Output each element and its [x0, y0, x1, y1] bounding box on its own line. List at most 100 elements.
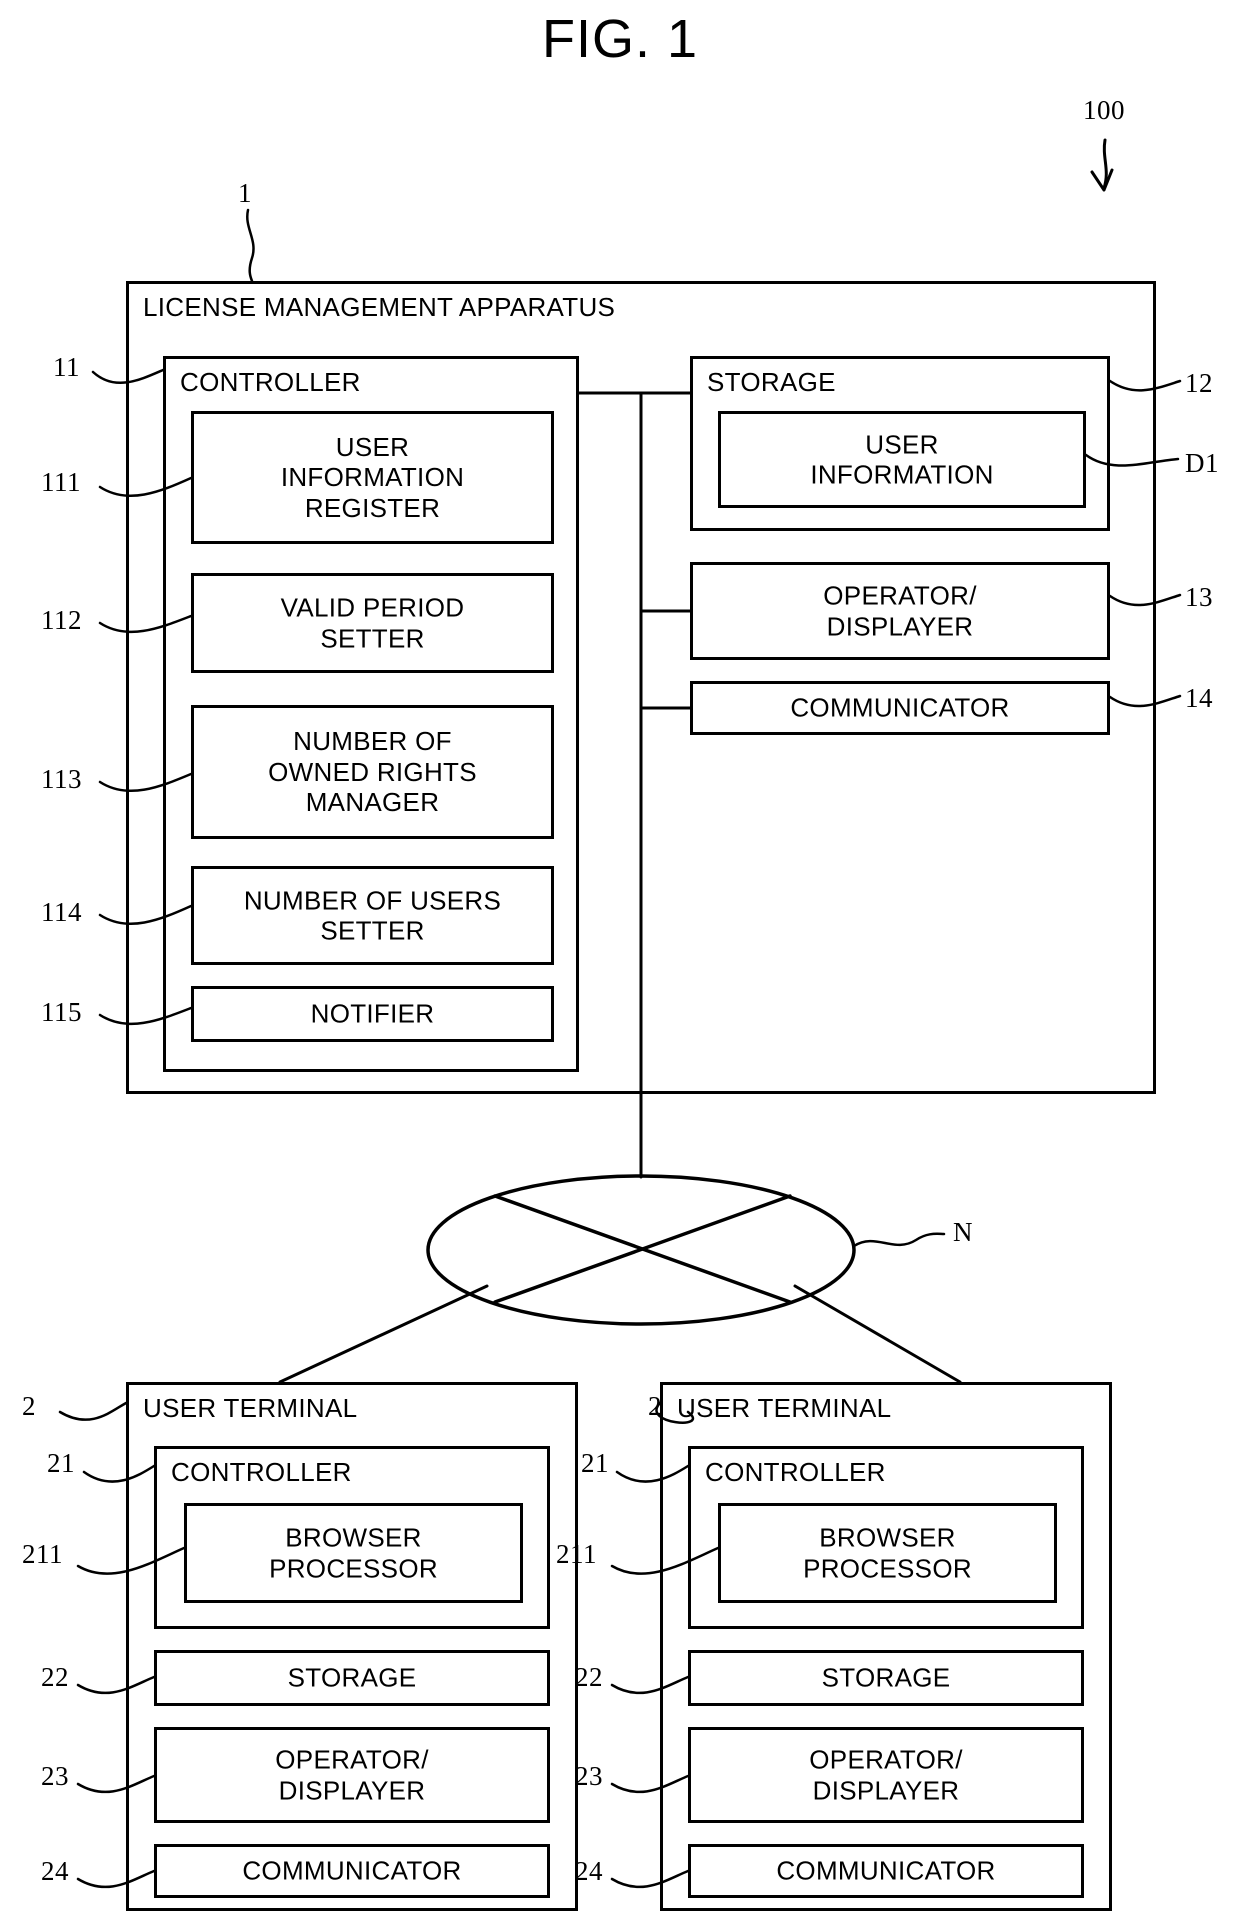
user-information-data-text: USER INFORMATION — [721, 429, 1083, 490]
box-line: BROWSER — [285, 1522, 422, 1553]
ref-user-terminal-left-2: 2 — [22, 1391, 36, 1421]
box-line: PROCESSOR — [803, 1553, 972, 1583]
ref-module-115: 115 — [41, 997, 82, 1027]
valid-period-setter-text: VALID PERIOD SETTER — [194, 592, 551, 653]
ref-communicator-14: 14 — [1185, 683, 1213, 713]
valid-period-setter-box: VALID PERIOD SETTER — [191, 573, 554, 673]
user-terminal-left-communicator-text: COMMUNICATOR — [157, 1856, 547, 1887]
leader-ref-n — [852, 1232, 946, 1248]
module-line: NOTIFIER — [310, 998, 435, 1029]
box-line: DISPLAYER — [278, 1775, 426, 1805]
user-terminal-right-browser-processor-box: BROWSER PROCESSOR — [718, 1503, 1057, 1603]
box-line: COMMUNICATOR — [776, 1855, 996, 1886]
box-line: DISPLAYER — [812, 1775, 960, 1805]
ref-100-leader — [1102, 138, 1108, 190]
ref-user-information-d1: D1 — [1185, 448, 1219, 478]
module-line: MANAGER — [305, 787, 440, 818]
module-line: REGISTER — [304, 492, 441, 523]
operator-displayer-box: OPERATOR/ DISPLAYER — [690, 562, 1110, 660]
notifier-box: NOTIFIER — [191, 986, 554, 1042]
ref-apparatus-1: 1 — [238, 178, 252, 208]
module-line: SETTER — [320, 915, 425, 946]
communicator-box: COMMUNICATOR — [690, 681, 1110, 735]
user-terminal-left-operator-displayer-text: OPERATOR/ DISPLAYER — [157, 1744, 547, 1805]
user-terminal-left-controller-label: CONTROLLER — [171, 1457, 352, 1487]
ref-module-112: 112 — [41, 605, 82, 635]
communicator-text: COMMUNICATOR — [693, 693, 1107, 724]
user-information-data-box: USER INFORMATION — [718, 411, 1086, 508]
module-line: USER — [335, 431, 410, 462]
box-line: BROWSER — [819, 1522, 956, 1553]
user-terminal-right-communicator-box: COMMUNICATOR — [688, 1844, 1084, 1898]
network-ellipse — [426, 1174, 856, 1326]
link-network-to-right-terminal — [793, 1284, 962, 1384]
box-line: STORAGE — [821, 1662, 951, 1693]
user-terminal-left-storage-box: STORAGE — [154, 1650, 550, 1706]
operator-displayer-text: OPERATOR/ DISPLAYER — [693, 580, 1107, 641]
number-of-users-setter-text: NUMBER OF USERS SETTER — [194, 885, 551, 946]
number-of-owned-rights-manager-text: NUMBER OF OWNED RIGHTS MANAGER — [194, 726, 551, 818]
box-line: DISPLAYER — [826, 611, 974, 641]
ref-operator-displayer-13: 13 — [1185, 582, 1213, 612]
user-information-register-text: USER INFORMATION REGISTER — [194, 431, 551, 523]
data-line: USER — [865, 428, 939, 459]
ref-module-113: 113 — [41, 764, 82, 794]
ref-user-terminal-left-211: 211 — [22, 1539, 63, 1569]
ref-user-terminal-left-22: 22 — [41, 1662, 69, 1692]
user-terminal-right-label: USER TERMINAL — [677, 1393, 892, 1423]
number-of-users-setter-box: NUMBER OF USERS SETTER — [191, 866, 554, 965]
user-terminal-left-browser-processor-box: BROWSER PROCESSOR — [184, 1503, 523, 1603]
box-line: PROCESSOR — [269, 1553, 438, 1583]
ref-module-111: 111 — [41, 467, 81, 497]
ref-user-terminal-left-24: 24 — [41, 1856, 69, 1886]
user-terminal-right-operator-displayer-box: OPERATOR/ DISPLAYER — [688, 1727, 1084, 1823]
user-information-register-box: USER INFORMATION REGISTER — [191, 411, 554, 544]
figure-title: FIG. 1 — [541, 9, 699, 69]
user-terminal-left-browser-processor-text: BROWSER PROCESSOR — [187, 1522, 520, 1583]
link-network-to-left-terminal — [278, 1284, 489, 1384]
user-terminal-right-browser-processor-text: BROWSER PROCESSOR — [721, 1522, 1054, 1583]
module-line: OWNED RIGHTS — [268, 756, 477, 787]
box-line: STORAGE — [287, 1662, 417, 1693]
ref-user-terminal-left-21: 21 — [47, 1448, 75, 1478]
module-line: NUMBER OF — [293, 725, 452, 756]
user-terminal-right-communicator-text: COMMUNICATOR — [691, 1856, 1081, 1887]
user-terminal-left-communicator-box: COMMUNICATOR — [154, 1844, 550, 1898]
ref-storage-12: 12 — [1185, 368, 1213, 398]
module-line: VALID PERIOD — [280, 592, 465, 623]
controller-label: CONTROLLER — [180, 367, 361, 397]
patent-figure: FIG. 1 100 LICENSE MANAGEMENT APPARATUS … — [0, 0, 1240, 1929]
ref-controller-11: 11 — [53, 352, 80, 382]
storage-label: STORAGE — [707, 367, 836, 397]
license-management-apparatus-label: LICENSE MANAGEMENT APPARATUS — [143, 292, 616, 322]
module-line: NUMBER OF USERS — [243, 884, 502, 915]
module-line: SETTER — [320, 623, 425, 653]
network-cross-line-a — [493, 1194, 792, 1304]
leader-left-ref-2 — [58, 1401, 128, 1421]
leader-ref-1 — [246, 208, 255, 283]
ref-module-114: 114 — [41, 897, 82, 927]
user-terminal-left-label: USER TERMINAL — [143, 1393, 358, 1423]
box-line: COMMUNICATOR — [242, 1855, 462, 1886]
box-line: OPERATOR/ — [809, 1744, 963, 1775]
ref-user-terminal-left-23: 23 — [41, 1761, 69, 1791]
user-terminal-right-storage-text: STORAGE — [691, 1663, 1081, 1694]
box-line: OPERATOR/ — [275, 1744, 429, 1775]
number-of-owned-rights-manager-box: NUMBER OF OWNED RIGHTS MANAGER — [191, 705, 554, 839]
data-line: INFORMATION — [810, 459, 994, 490]
network-cross-line-b — [493, 1194, 792, 1304]
ref-user-terminal-right-2: 2 — [648, 1391, 662, 1421]
box-line: COMMUNICATOR — [790, 692, 1010, 723]
notifier-text: NOTIFIER — [194, 999, 551, 1030]
user-terminal-left-storage-text: STORAGE — [157, 1663, 547, 1694]
ref-network-n: N — [953, 1217, 973, 1247]
user-terminal-right-controller-label: CONTROLLER — [705, 1457, 886, 1487]
user-terminal-left-operator-displayer-box: OPERATOR/ DISPLAYER — [154, 1727, 550, 1823]
user-terminal-right-operator-displayer-text: OPERATOR/ DISPLAYER — [691, 1744, 1081, 1805]
ref-user-terminal-right-23: 23 — [575, 1761, 603, 1791]
ref-user-terminal-right-22: 22 — [575, 1662, 603, 1692]
box-line: OPERATOR/ — [823, 580, 977, 611]
user-terminal-right-storage-box: STORAGE — [688, 1650, 1084, 1706]
ref-user-terminal-right-24: 24 — [575, 1856, 603, 1886]
ref-user-terminal-right-21: 21 — [581, 1448, 609, 1478]
